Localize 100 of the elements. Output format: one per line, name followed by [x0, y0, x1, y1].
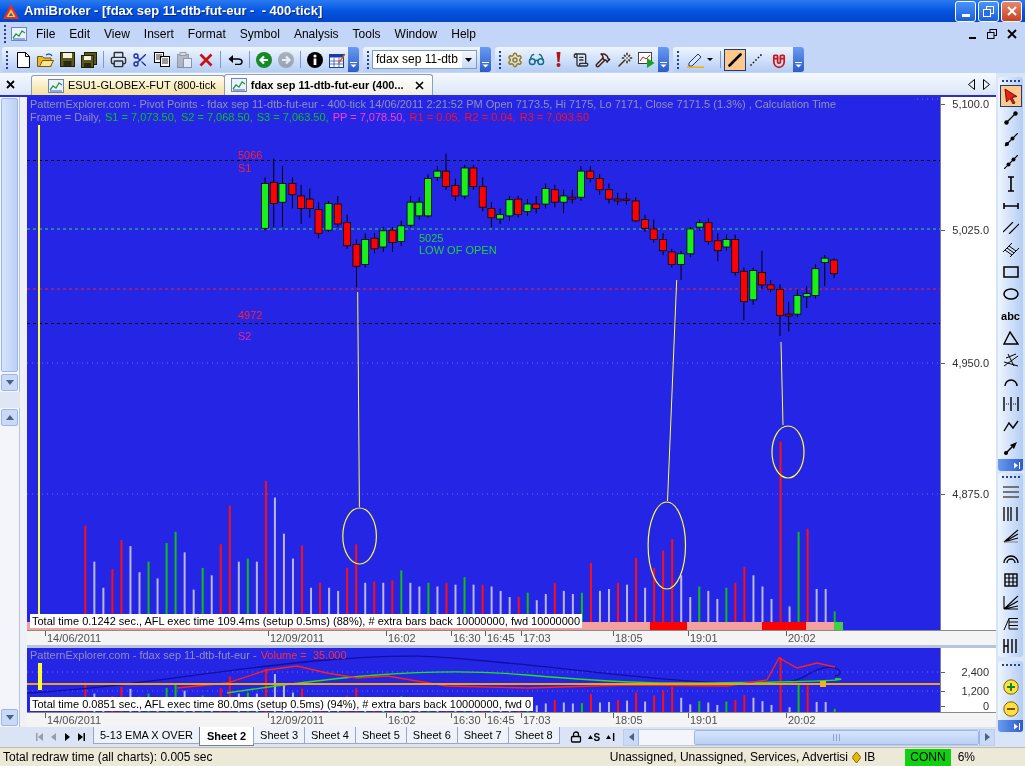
timing-info: Total time 0.0851 sec., AFL exec time 80.0ms (setup 0.5ms) (94%), # extra bars back 10000000, fwd 0	[30, 697, 534, 711]
workspace-status: Unassigned, Unassigned, Services, Advertisi	[609, 749, 848, 766]
annotation-ellipse	[771, 425, 805, 479]
arcs-icon	[1002, 553, 1019, 563]
table-edit-icon	[328, 51, 346, 68]
sheet-tab[interactable]: Sheet 8	[507, 727, 560, 744]
hatched-channel-icon	[1002, 243, 1019, 257]
sheet-tab[interactable]: 5-13 EMA X OVER	[93, 727, 200, 744]
sheet-tab[interactable]: Sheet 2	[198, 727, 255, 746]
level-label: 5025	[419, 232, 444, 244]
triangle-right-icon	[983, 78, 990, 90]
fan-lines-icon	[1002, 594, 1019, 610]
sheet-option-button[interactable]: I	[604, 729, 618, 745]
marker-square	[820, 681, 826, 687]
toolbar-options-button[interactable]	[998, 720, 1023, 732]
wand-icon	[616, 51, 633, 68]
back-arrow-icon	[256, 51, 272, 68]
next-icon	[64, 733, 70, 741]
date-label: 17:03	[523, 713, 551, 727]
window-title: AmiBroker - [fdax sep 11-dtb-fut-eur - - 400-tick]	[24, 2, 323, 21]
scroll-down-button[interactable]	[1, 374, 18, 391]
date-label: 14/06/2011	[47, 713, 102, 727]
pivot-value: Frame = Daily,	[30, 111, 101, 124]
toolbar-options-button[interactable]	[657, 47, 669, 72]
menu-item[interactable]: Help	[444, 24, 483, 44]
grid-icon	[1003, 573, 1018, 587]
price-axis-label: 5,025.0	[952, 223, 989, 237]
pivot-value: S2 = 7,068.50,	[180, 111, 253, 124]
chart-title: PatternExplorer.com - Pivot Points - fdax sep 11-dtb-fut-eur - 400-tick 14/06/2011 2:21:52 PM Open 7173.5, Hi 7175, Lo 7171, Close 7171.5 (1.3%) , Calculation Time	[30, 98, 837, 110]
toolbar-options-button[interactable]	[998, 459, 1023, 471]
sheet-option-button[interactable]: S	[585, 729, 603, 745]
scroll-right-button[interactable]	[982, 78, 991, 90]
price-axis-label: 4,950.0	[952, 356, 989, 370]
scroll-left-button[interactable]	[967, 78, 976, 90]
toolbar-options-button[interactable]	[348, 47, 359, 72]
close-icon	[415, 80, 425, 90]
pointer-tool-button[interactable]	[999, 85, 1022, 107]
sheet-tab[interactable]: Sheet 3	[253, 727, 305, 744]
close-button[interactable]	[1005, 27, 1019, 41]
level-label: 5066	[238, 149, 263, 161]
caret-icon	[350, 62, 357, 68]
zoom-out-icon	[1002, 701, 1019, 717]
sheet-tab[interactable]: Sheet 5	[354, 727, 407, 744]
menu-item[interactable]: File	[29, 24, 63, 44]
caret-icon	[1014, 461, 1020, 469]
gear-icon	[506, 51, 523, 68]
exclamation-icon	[556, 52, 562, 67]
horizontal-line-icon	[1002, 203, 1019, 209]
sheet-tab[interactable]: Sheet 7	[456, 727, 509, 744]
menu-item[interactable]: Format	[180, 24, 233, 44]
sheet-tab[interactable]: Sheet 6	[405, 727, 458, 744]
toolbar-options-button[interactable]	[792, 47, 804, 72]
menu-item[interactable]: Window	[387, 24, 445, 44]
dotted-line-icon	[749, 53, 763, 66]
triangle-up-icon	[587, 735, 593, 739]
line-tool-button[interactable]	[723, 48, 746, 71]
menu-item[interactable]: Analysis	[286, 24, 346, 44]
document-tab[interactable]: ESU1-GLOBEX-FUT (800-tick	[31, 75, 225, 95]
chart-document-icon	[11, 27, 27, 41]
vertical-line-icon	[1007, 176, 1014, 192]
restore-button[interactable]	[985, 27, 999, 41]
rectangle-icon	[1002, 266, 1019, 278]
arrow-icon	[1003, 441, 1018, 455]
date-label: 20:02	[788, 631, 816, 645]
menu-item[interactable]: Edit	[62, 24, 98, 44]
toolbar-options-button[interactable]	[479, 47, 491, 72]
date-label: 20:02	[788, 713, 816, 727]
chart-document-icon	[230, 78, 247, 92]
pivot-value: R2 = 0.04,	[464, 111, 516, 124]
menu-item[interactable]: Tools	[345, 24, 388, 44]
timing-info: Total time 0.1242 sec., AFL exec time 109.4ms (setup 0.5ms) (88%), # extra bars back 10000000, fwd 10000000	[30, 614, 583, 628]
document-tab[interactable]: fdax sep 11-dtb-fut-eur (400...	[223, 74, 433, 95]
clipboard-icon	[176, 51, 192, 68]
sheet-tab[interactable]: Sheet 4	[304, 727, 356, 744]
close-button[interactable]	[3, 77, 17, 91]
date-label: 16:45	[487, 713, 515, 727]
level-label: S1	[238, 162, 252, 174]
caret-icon	[794, 62, 802, 68]
first-icon	[35, 733, 43, 741]
symbol-combo-box[interactable]: fdax sep 11-dtb	[372, 50, 477, 69]
scrollbar-thumb[interactable]	[694, 729, 979, 745]
tab-close-button[interactable]	[413, 79, 426, 91]
scroll-down-button[interactable]	[1, 709, 18, 726]
line-icon	[727, 52, 742, 67]
date-label: 12/09/2011	[270, 713, 325, 727]
menu-item[interactable]: View	[97, 24, 137, 44]
pen-icon	[686, 51, 704, 68]
floppy-disks-icon	[81, 51, 97, 68]
minimize-icon	[961, 13, 970, 17]
caret-up-icon	[5, 415, 14, 420]
menu-item[interactable]: Symbol	[232, 24, 287, 44]
scrollbar-thumb[interactable]	[1, 98, 18, 372]
caret-right-icon	[984, 733, 990, 741]
menu-item[interactable]: Insert	[136, 24, 181, 44]
folder-icon	[36, 52, 54, 67]
text-tool-button[interactable]: abc	[999, 305, 1022, 327]
date-label: 19:01	[690, 631, 718, 645]
scroll-up-button[interactable]	[1, 409, 18, 426]
ellipse-icon	[1002, 288, 1019, 300]
previous-icon	[50, 733, 56, 741]
